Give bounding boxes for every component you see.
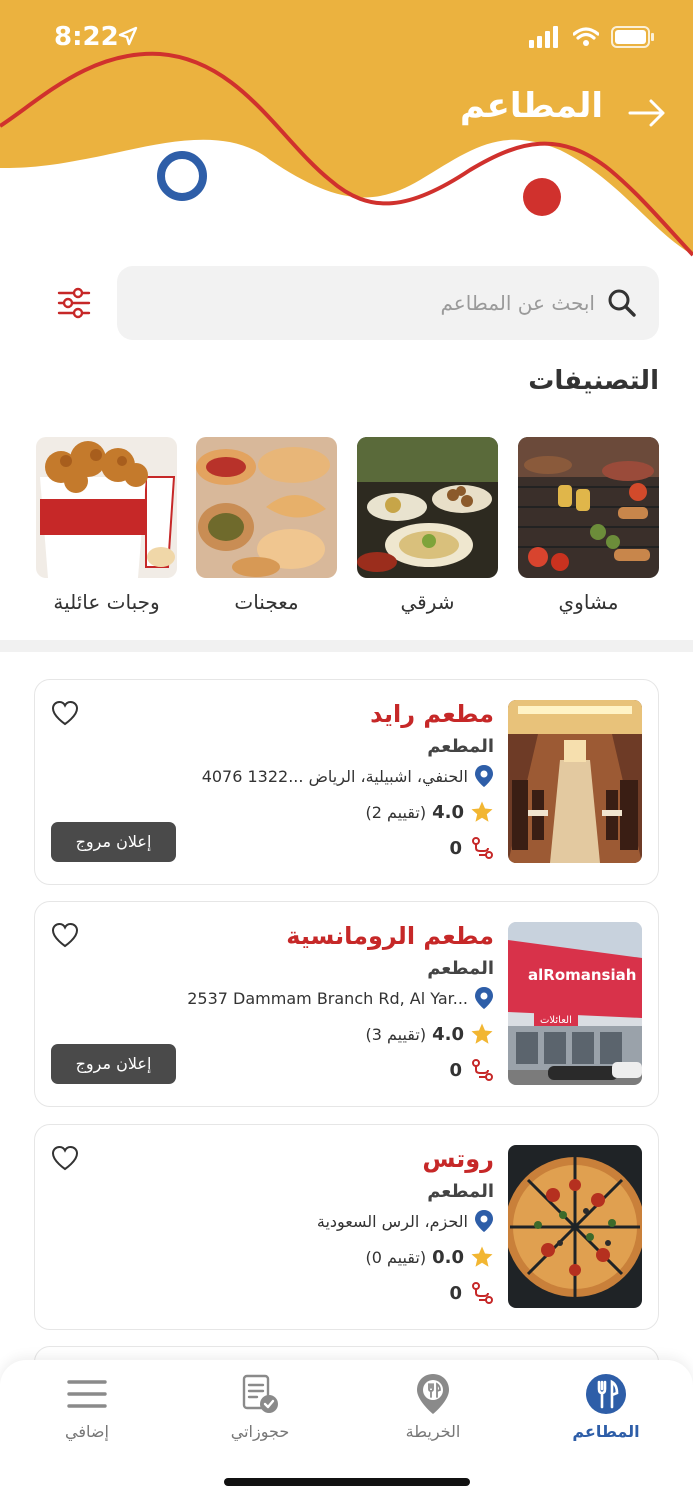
category-oriental[interactable]: شرقي (357, 437, 498, 614)
category-label: مشاوي (558, 590, 619, 614)
restaurant-address: الحزم، الرس السعودية (316, 1211, 468, 1231)
tab-bookings[interactable]: حجوزاتي (190, 1372, 330, 1441)
tab-restaurants[interactable]: المطاعم (536, 1372, 676, 1441)
restaurant-name: مطعم الرومانسية (286, 922, 494, 950)
tab-label: حجوزاتي (230, 1422, 290, 1441)
status-icons (529, 26, 655, 48)
tab-more[interactable]: إضافي (17, 1372, 157, 1441)
favorite-heart-icon[interactable] (51, 700, 79, 726)
category-label: وجبات عائلية (53, 590, 160, 614)
search-box[interactable] (117, 266, 659, 340)
restaurant-address: 4076 الحنفي، اشبيلية، الرياض ...1322 (201, 766, 468, 786)
distance-row: 0 (449, 1281, 494, 1305)
distance-value: 0 (449, 1282, 462, 1304)
category-pastries[interactable]: معجنات (196, 437, 337, 614)
location-pin-icon (475, 765, 493, 787)
restaurant-card[interactable]: alRomansiah العائلات مطعم الرومانسية الم… (34, 901, 659, 1107)
rating-row: 4.0 (2 تقييم) (365, 800, 494, 824)
building-sign-text: العائلات (540, 1015, 572, 1026)
signal-icon (529, 26, 558, 48)
restaurant-name: مطعم رايد (370, 700, 494, 728)
rating-count: (3 تقييم) (365, 1024, 427, 1044)
star-icon (471, 801, 493, 822)
bookings-icon (242, 1374, 278, 1413)
route-icon (472, 837, 493, 859)
building-sign-text: alRomansiah (528, 966, 636, 984)
restaurant-icon (586, 1374, 626, 1414)
restaurant-type: المطعم (427, 736, 494, 757)
wifi-icon (573, 27, 599, 46)
category-grills[interactable]: مشاوي (518, 437, 659, 614)
rating-row: 4.0 (3 تقييم) (365, 1022, 494, 1046)
distance-value: 0 (449, 1059, 462, 1081)
restaurant-name: روتس (422, 1145, 494, 1173)
address-row: الحزم، الرس السعودية (317, 1209, 494, 1233)
location-pin-icon (475, 1210, 493, 1232)
restaurant-card[interactable]: مطعم رايد المطعم 4076 الحنفي، اشبيلية، ا… (34, 679, 659, 885)
category-image-grills (518, 437, 659, 578)
back-arrow-icon[interactable] (627, 96, 667, 130)
battery-icon (611, 26, 654, 48)
menu-icon (67, 1380, 107, 1408)
restaurant-address: 2537 Dammam Branch Rd, Al Yar... (187, 988, 468, 1008)
search-row (0, 266, 693, 340)
header: 8:22 المطاعم (0, 0, 693, 260)
category-image-pastries (196, 437, 337, 578)
search-icon (608, 289, 636, 317)
restaurant-type: المطعم (427, 958, 494, 979)
location-arrow-icon (118, 26, 138, 46)
promoted-ad-button[interactable]: إعلان مروج (51, 1044, 176, 1084)
route-icon (472, 1282, 493, 1304)
restaurant-photo (508, 700, 642, 863)
category-family-meals[interactable]: وجبات عائلية (36, 437, 177, 614)
star-icon (471, 1023, 493, 1044)
home-indicator (224, 1478, 470, 1486)
restaurant-card[interactable]: روتس المطعم الحزم، الرس السعودية 0.0 (0 … (34, 1124, 659, 1330)
status-time: 8:22 (54, 22, 119, 52)
rating-value: 4.0 (432, 1023, 464, 1045)
restaurant-photo: alRomansiah العائلات (508, 922, 642, 1085)
address-row: 2537 Dammam Branch Rd, Al Yar... (187, 986, 494, 1010)
tab-label: الخريطة (405, 1422, 461, 1441)
category-label: شرقي (400, 590, 455, 614)
location-pin-icon (475, 987, 493, 1009)
category-image-family-meals (36, 437, 177, 578)
address-row: 4076 الحنفي، اشبيلية، الرياض ...1322 (202, 764, 494, 788)
promoted-ad-button[interactable]: إعلان مروج (51, 822, 176, 862)
rating-value: 0.0 (432, 1246, 464, 1268)
distance-row: 0 (449, 836, 494, 860)
filter-icon[interactable] (56, 286, 92, 320)
tab-label: إضافي (65, 1422, 109, 1441)
tab-map[interactable]: الخريطة (363, 1372, 503, 1441)
distance-value: 0 (449, 837, 462, 859)
map-pin-icon (417, 1374, 449, 1414)
rating-value: 4.0 (432, 801, 464, 823)
favorite-heart-icon[interactable] (51, 1145, 79, 1171)
search-input[interactable] (175, 286, 595, 320)
route-icon (472, 1059, 493, 1081)
rating-count: (0 تقييم) (365, 1247, 427, 1267)
star-icon (471, 1246, 493, 1267)
favorite-heart-icon[interactable] (51, 922, 79, 948)
tab-label: المطاعم (572, 1422, 640, 1441)
category-label: معجنات (234, 590, 299, 614)
section-divider (0, 640, 693, 652)
restaurant-photo (508, 1145, 642, 1308)
rating-count: (2 تقييم) (365, 802, 427, 822)
distance-row: 0 (449, 1058, 494, 1082)
page-title: المطاعم (460, 86, 603, 126)
category-image-oriental (357, 437, 498, 578)
rating-row: 0.0 (0 تقييم) (365, 1245, 494, 1269)
categories-row: مشاوي شرقي معجنات وجبات عائلية (0, 437, 693, 627)
bottom-tab-bar: المطاعم الخريطة حجوزاتي إضافي (0, 1360, 693, 1500)
categories-title: التصنيفات (528, 366, 659, 396)
restaurant-type: المطعم (427, 1181, 494, 1202)
